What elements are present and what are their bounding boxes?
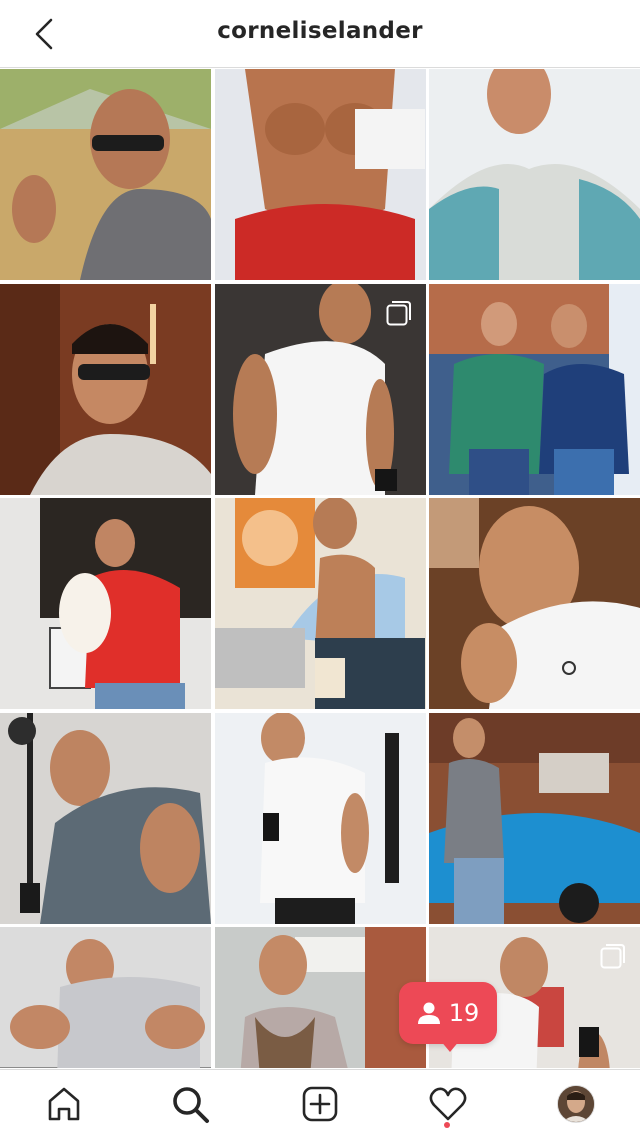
post-thumbnail[interactable] <box>214 283 426 495</box>
post-thumbnail[interactable] <box>429 69 640 280</box>
post-image <box>0 712 211 924</box>
search-icon <box>173 1087 209 1123</box>
post-image <box>214 927 426 1068</box>
post-thumbnail[interactable] <box>214 712 426 924</box>
bottom-tab-bar <box>0 1069 640 1138</box>
post-thumbnail[interactable] <box>0 498 211 709</box>
post-thumbnail[interactable] <box>0 69 211 280</box>
tab-search[interactable] <box>166 1080 214 1128</box>
posts-grid <box>0 69 640 1068</box>
avatar <box>558 1086 594 1122</box>
post-image <box>429 69 640 280</box>
post-image <box>0 69 211 280</box>
post-thumbnail[interactable] <box>0 283 211 495</box>
post-image <box>429 498 640 709</box>
profile-username: corneliselander <box>217 18 423 44</box>
multiple-photos-icon <box>386 300 411 325</box>
post-image <box>0 283 211 495</box>
post-image <box>214 498 426 709</box>
post-thumbnail[interactable] <box>214 927 426 1068</box>
post-thumbnail[interactable] <box>214 498 426 709</box>
post-thumbnail[interactable] <box>429 498 640 709</box>
post-image <box>0 498 211 709</box>
new-followers-count: 19 <box>448 999 480 1027</box>
post-thumbnail[interactable] <box>429 712 640 924</box>
tab-new-post[interactable] <box>296 1080 344 1128</box>
post-thumbnail[interactable] <box>214 69 426 280</box>
notification-pointer <box>440 1040 460 1052</box>
post-image <box>429 712 640 924</box>
multiple-photos-icon <box>600 944 625 969</box>
post-image <box>214 712 426 924</box>
post-thumbnail[interactable] <box>0 927 211 1068</box>
tab-profile-avatar[interactable] <box>557 1085 595 1123</box>
plus-square-icon <box>302 1086 338 1122</box>
tab-home[interactable] <box>40 1080 88 1128</box>
post-image <box>214 69 426 280</box>
post-image <box>0 927 211 1068</box>
post-thumbnail[interactable] <box>429 283 640 495</box>
post-thumbnail[interactable] <box>0 712 211 924</box>
post-image <box>429 283 640 495</box>
tab-activity[interactable] <box>424 1080 472 1128</box>
new-followers-notification[interactable]: 19 <box>399 982 497 1044</box>
header: corneliselander <box>0 0 640 68</box>
home-icon <box>48 1087 80 1121</box>
heart-icon <box>429 1087 467 1121</box>
activity-notification-dot <box>444 1122 450 1128</box>
person-icon <box>417 1002 440 1024</box>
